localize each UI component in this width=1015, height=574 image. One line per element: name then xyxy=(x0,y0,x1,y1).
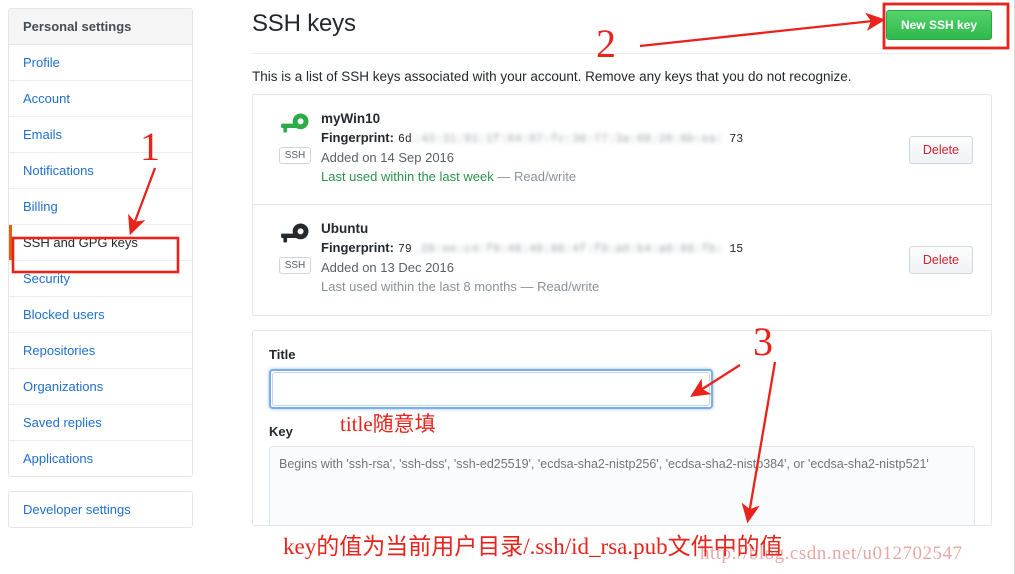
sidebar-item-blocked-users[interactable]: Blocked users xyxy=(9,297,192,333)
key-icon-column: SSH xyxy=(269,109,321,190)
key-fingerprint: Fingerprint: 79 .20:ee:c4:f9:48:46:66:4f… xyxy=(321,240,909,256)
key-access-level: — Read/write xyxy=(516,279,600,294)
title-field-label: Title xyxy=(269,347,296,362)
developer-settings-nav: Developer settings xyxy=(8,491,193,528)
key-added-date: Added on 14 Sep 2016 xyxy=(321,150,455,165)
sidebar: Personal settings Profile Account Emails… xyxy=(8,8,193,528)
fingerprint-label: Fingerprint: xyxy=(321,130,394,145)
key-title: myWin10 xyxy=(321,111,381,126)
sidebar-item-billing[interactable]: Billing xyxy=(9,189,192,225)
title-input[interactable] xyxy=(272,372,710,406)
sidebar-item-ssh-and-gpg-keys[interactable]: SSH and GPG keys xyxy=(9,225,192,261)
key-last-used: Last used within the last 8 months — Rea… xyxy=(321,279,909,294)
fingerprint-masked: :43:31:91:1f:04:07:fc:36:77:3a:06:20:6b:… xyxy=(413,133,724,146)
key-title: Ubuntu xyxy=(321,221,369,236)
sidebar-item-security[interactable]: Security xyxy=(9,261,192,297)
ssh-badge: SSH xyxy=(278,257,312,274)
sidebar-item-notifications[interactable]: Notifications xyxy=(9,153,192,189)
sidebar-item-emails[interactable]: Emails xyxy=(9,117,192,153)
fingerprint-label: Fingerprint: xyxy=(321,240,394,255)
sidebar-item-developer-settings[interactable]: Developer settings xyxy=(9,492,192,527)
sidebar-item-organizations[interactable]: Organizations xyxy=(9,369,192,405)
key-info: myWin10 Fingerprint: 6d :43:31:91:1f:04:… xyxy=(321,109,909,190)
sidebar-item-profile[interactable]: Profile xyxy=(9,45,192,81)
key-access-level: — Read/write xyxy=(493,169,577,184)
key-last-used: Last used within the last week — Read/wr… xyxy=(321,169,909,184)
last-used-text: Last used within the last week xyxy=(321,169,494,184)
annotation-number-1: 1 xyxy=(140,124,160,169)
key-icon-column: SSH xyxy=(269,219,321,301)
ssh-keys-settings-page: Personal settings Profile Account Emails… xyxy=(0,0,1015,574)
fingerprint-suffix: 15 xyxy=(729,243,744,256)
key-icon xyxy=(281,223,309,243)
table-row: SSH Ubuntu Fingerprint: 79 .20:ee:c4:f9:… xyxy=(253,205,991,315)
ssh-keys-list: SSH myWin10 Fingerprint: 6d :43:31:91:1f… xyxy=(252,94,992,316)
intro-text: This is a list of SSH keys associated wi… xyxy=(252,69,852,84)
key-fingerprint: Fingerprint: 6d :43:31:91:1f:04:07:fc:36… xyxy=(321,130,909,146)
page-title: SSH keys xyxy=(252,10,356,37)
sidebar-header: Personal settings xyxy=(9,9,192,45)
main-content: SSH keys New SSH key This is a list of S… xyxy=(252,8,992,526)
key-added-date: Added on 13 Dec 2016 xyxy=(321,260,454,275)
table-row: SSH myWin10 Fingerprint: 6d :43:31:91:1f… xyxy=(253,95,991,205)
fingerprint-prefix: 79 xyxy=(397,243,412,256)
key-info: Ubuntu Fingerprint: 79 .20:ee:c4:f9:48:4… xyxy=(321,219,909,301)
annotation-number-2: 2 xyxy=(596,21,616,66)
key-annotation-text: key的值为当前用户目录/.ssh/id_rsa.pub文件中的值 xyxy=(283,534,783,559)
fingerprint-prefix: 6d xyxy=(397,133,412,146)
title-input-wrapper xyxy=(269,369,713,409)
key-icon xyxy=(281,113,309,133)
sidebar-item-account[interactable]: Account xyxy=(9,81,192,117)
fingerprint-masked: .20:ee:c4:f9:48:46:66:4f:f9:a0:b4:a0:66:… xyxy=(413,243,724,256)
delete-button[interactable]: Delete xyxy=(908,135,973,164)
sidebar-item-applications[interactable]: Applications xyxy=(9,441,192,476)
annotation-number-3: 3 xyxy=(753,319,773,364)
sidebar-item-saved-replies[interactable]: Saved replies xyxy=(9,405,192,441)
new-ssh-key-button[interactable]: New SSH key xyxy=(885,10,992,40)
delete-button[interactable]: Delete xyxy=(908,246,973,274)
last-used-text: Last used within the last 8 months xyxy=(321,279,517,294)
title-annotation-text: title随意填 xyxy=(340,412,436,436)
key-textarea[interactable] xyxy=(269,446,975,525)
fingerprint-suffix: 73 xyxy=(729,133,744,146)
sidebar-item-repositories[interactable]: Repositories xyxy=(9,333,192,369)
page-header: SSH keys New SSH key xyxy=(252,8,992,54)
personal-settings-nav: Personal settings Profile Account Emails… xyxy=(8,8,193,477)
ssh-badge: SSH xyxy=(278,147,312,164)
